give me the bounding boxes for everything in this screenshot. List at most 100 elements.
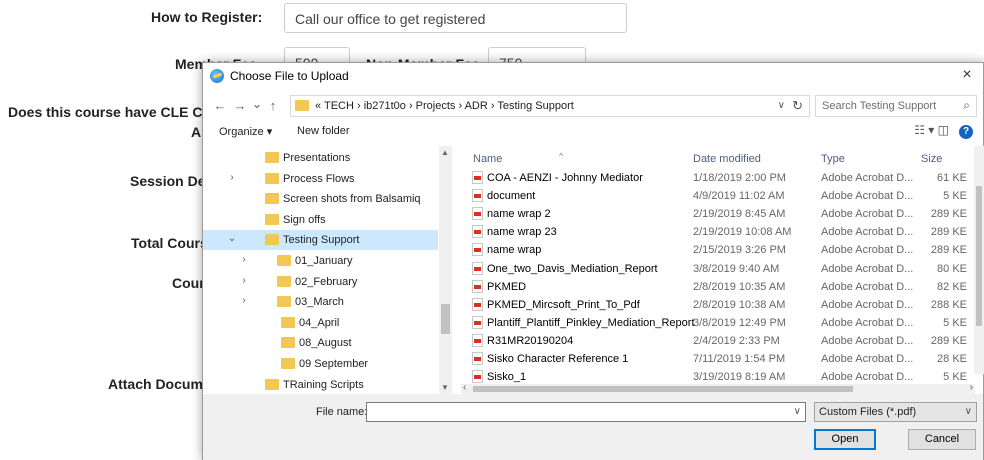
forward-arrow-icon[interactable]: →	[232, 98, 248, 113]
column-header-date[interactable]: Date modified	[693, 153, 761, 165]
search-input[interactable]: Search Testing Support ⌕	[815, 95, 977, 117]
recent-locations-chevron-icon[interactable]: ⌄	[249, 96, 265, 112]
file-type-select[interactable]: Custom Files (*.pdf) ∨	[814, 402, 977, 422]
tree-expand-chevron-icon[interactable]: ›	[227, 172, 237, 183]
file-size: 289 KE	[930, 208, 967, 221]
file-date: 3/8/2019 12:49 PM	[693, 316, 786, 329]
tree-expand-chevron-icon[interactable]: ⌄	[227, 233, 237, 244]
file-date: 4/9/2019 11:02 AM	[693, 190, 785, 203]
tree-item[interactable]: Screen shots from Balsamiq	[203, 189, 438, 209]
pdf-file-icon	[472, 261, 483, 275]
file-list-vertical-scrollbar[interactable]	[974, 146, 984, 374]
folder-icon	[265, 193, 279, 205]
file-list-scroll-thumb[interactable]	[976, 186, 982, 326]
tree-expand-chevron-icon[interactable]: ›	[239, 295, 249, 306]
breadcrumb[interactable]: « TECH › ib271t0o › Projects › ADR › Tes…	[315, 100, 574, 112]
address-bar[interactable]: « TECH › ib271t0o › Projects › ADR › Tes…	[290, 95, 810, 117]
cancel-button[interactable]: Cancel	[908, 429, 976, 450]
file-date: 2/8/2019 10:35 AM	[693, 280, 786, 293]
file-name: One_two_Davis_Mediation_Report	[487, 262, 658, 275]
scroll-down-icon[interactable]: ▼	[441, 383, 449, 392]
view-options[interactable]: ☷ ▾ ◫?	[914, 123, 973, 139]
tree-item[interactable]: ⌄ Testing Support	[203, 230, 438, 251]
organize-button[interactable]: Organize ▾	[219, 125, 272, 138]
tree-scroll-thumb[interactable]	[441, 304, 450, 334]
tree-item[interactable]: › 01_January	[203, 251, 438, 271]
close-icon[interactable]: ×	[957, 66, 977, 84]
folder-icon	[277, 255, 291, 266]
tree-item[interactable]: Presentations	[203, 148, 438, 168]
file-row[interactable]: Sisko Character Reference 1 7/11/2019 1:5…	[461, 351, 976, 367]
file-row[interactable]: name wrap 23 2/19/2019 10:08 AM Adobe Acro…	[461, 224, 976, 240]
folder-icon	[265, 152, 279, 163]
tree-item[interactable]: › 03_March	[203, 292, 438, 312]
file-name: PKMED_Mircsoft_Print_To_Pdf	[487, 298, 640, 311]
file-type: Adobe Acrobat D...	[821, 208, 914, 221]
file-type-dropdown-icon[interactable]: ∨	[965, 406, 972, 417]
how-to-register-input[interactable]: Call our office to get registered	[284, 3, 627, 33]
file-size: 5 KE	[943, 316, 967, 329]
folder-icon	[281, 316, 295, 328]
pdf-file-icon	[472, 333, 483, 347]
scroll-up-icon[interactable]: ▲	[441, 148, 449, 157]
address-dropdown-icon[interactable]: ∨	[778, 100, 785, 111]
file-row[interactable]: PKMED 2/8/2019 10:35 AM Adobe Acrobat D...…	[461, 279, 976, 295]
file-row[interactable]: Plantiff_Plantiff_Pinkley_Mediation_Repo…	[461, 315, 976, 331]
file-list[interactable]: Name ^ Date modified Type Size COA - AENZ…	[461, 146, 983, 394]
file-size: 5 KE	[943, 190, 967, 203]
file-name: name wrap 2	[487, 208, 551, 221]
scroll-right-icon[interactable]: ›	[970, 382, 973, 393]
file-list-horizontal-scrollbar[interactable]: ‹ ›	[461, 382, 975, 394]
tree-item[interactable]: 08_August	[203, 333, 438, 353]
file-row[interactable]: document 4/9/2019 11:02 AM Adobe Acrobat D…	[461, 188, 976, 204]
tree-item[interactable]: › Process Flows	[203, 169, 438, 189]
file-row[interactable]: COA - AENZI - Johnny Mediator 1/18/2019 2…	[461, 170, 976, 186]
back-arrow-icon[interactable]: ←	[212, 98, 228, 113]
file-name: name wrap 23	[487, 226, 557, 239]
tree-item[interactable]: TRaining Scripts	[203, 375, 438, 394]
browser-app-icon	[210, 69, 224, 83]
folder-icon	[277, 275, 291, 287]
tree-expand-chevron-icon[interactable]: ›	[239, 254, 249, 265]
column-header-type[interactable]: Type	[821, 153, 845, 165]
file-row[interactable]: One_two_Davis_Mediation_Report 3/8/2019 9…	[461, 261, 976, 277]
navigation-tree[interactable]: Presentations › Process Flows Screen shots …	[203, 146, 452, 394]
horizontal-scroll-thumb[interactable]	[473, 386, 853, 392]
scroll-left-icon[interactable]: ‹	[463, 382, 466, 393]
help-icon[interactable]: ?	[959, 125, 973, 139]
file-type: Adobe Acrobat D...	[821, 353, 914, 365]
file-size: 5 KE	[943, 371, 967, 384]
column-header-size[interactable]: Size	[921, 153, 942, 165]
file-date: 2/19/2019 10:08 AM	[693, 226, 792, 239]
up-arrow-icon[interactable]: ↑	[265, 98, 281, 113]
open-button[interactable]: Open	[814, 429, 876, 450]
column-header-name[interactable]: Name ^	[473, 151, 563, 165]
view-mode-icon[interactable]: ☷ ▾ ◫	[914, 123, 949, 137]
file-name: R31MR20190204	[487, 334, 574, 347]
file-name-input[interactable]: ∨	[366, 402, 806, 422]
refresh-icon[interactable]: ↻	[792, 98, 803, 114]
file-row[interactable]: name wrap 2/15/2019 3:26 PM Adobe Acrobat …	[461, 242, 976, 258]
file-size: 61 KE	[937, 172, 967, 184]
file-name: Plantiff_Plantiff_Pinkley_Mediation_Repo…	[487, 316, 695, 329]
tree-item[interactable]: 09 September	[203, 354, 438, 374]
tree-expand-chevron-icon[interactable]: ›	[239, 275, 249, 286]
pdf-file-icon	[472, 352, 483, 365]
folder-icon	[281, 358, 295, 369]
file-name-dropdown-icon[interactable]: ∨	[794, 406, 801, 417]
tree-item[interactable]: › 02_February	[203, 272, 438, 292]
file-row[interactable]: PKMED_Mircsoft_Print_To_Pdf 2/8/2019 10:3…	[461, 297, 976, 313]
tree-scrollbar[interactable]: ▲ ▼	[439, 146, 452, 394]
file-size: 288 KE	[930, 298, 967, 311]
file-row[interactable]: name wrap 2 2/19/2019 8:45 AM Adobe Acroba…	[461, 206, 976, 222]
new-folder-button[interactable]: New folder	[297, 125, 350, 137]
tree-item-label: 02_February	[295, 275, 358, 288]
tree-item-label: 04_April	[299, 316, 340, 329]
file-row[interactable]: R31MR20190204 2/4/2019 2:33 PM Adobe Acrob…	[461, 333, 976, 349]
session-description-label: Session Des	[130, 173, 214, 189]
tree-item[interactable]: 04_April	[203, 313, 438, 333]
tree-item-label: Sign offs	[283, 213, 326, 226]
file-row[interactable]: Sisko_1 3/19/2019 8:19 AM Adobe Acrobat D.…	[461, 369, 976, 385]
file-type: Adobe Acrobat D...	[821, 280, 914, 293]
tree-item[interactable]: Sign offs	[203, 210, 438, 230]
